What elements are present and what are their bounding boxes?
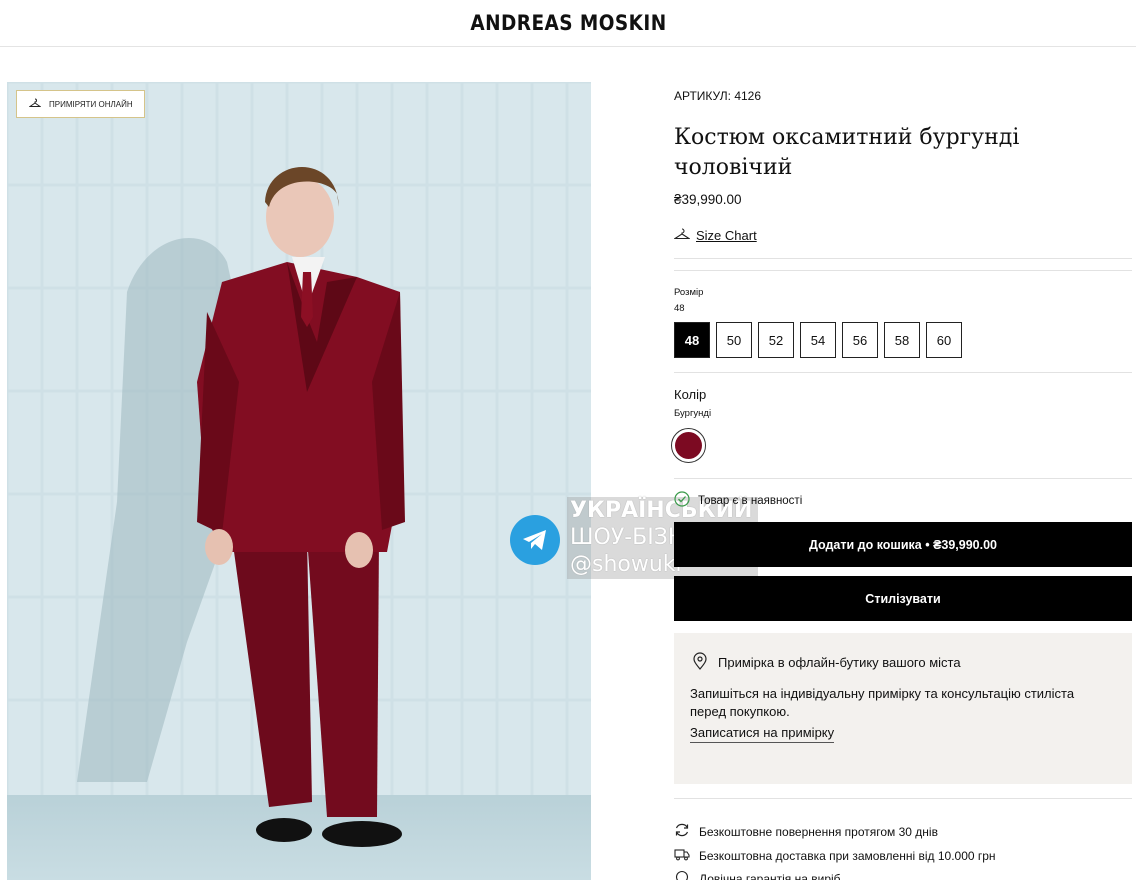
size-chart-link[interactable]: Size Chart [673,228,757,243]
warranty-icon [674,870,690,880]
fitting-panel: Примірка в офлайн-бутику вашого міста За… [674,633,1132,784]
try-on-label: ПРИМІРЯТИ ОНЛАЙН [49,99,133,109]
color-name: Бургунді [674,408,712,419]
stock-status: Товар є в наявності [674,491,802,510]
truck-icon [674,847,690,864]
benefit-returns: Безкоштовне повернення протягом 30 днів [674,822,938,841]
size-label: Розмір [674,287,704,298]
size-chart-label: Size Chart [696,228,757,243]
size-option[interactable]: 60 [926,322,962,358]
divider [674,270,1132,271]
product-title: Костюм оксамитний бургунді чоловічий [674,125,1020,180]
benefit-warranty: Довічна гарантія на виріб [674,870,841,880]
return-icon [674,822,690,841]
brand-logo[interactable]: ANDREAS MOSKIN [470,11,666,35]
product-image[interactable] [7,82,591,880]
size-option[interactable]: 58 [884,322,920,358]
size-option[interactable]: 48 [674,322,710,358]
size-option[interactable]: 56 [842,322,878,358]
size-option[interactable]: 54 [800,322,836,358]
selected-size: 48 [674,303,685,314]
product-sku: АРТИКУЛ: 4126 [674,89,762,103]
hanger-icon [673,228,691,243]
add-to-cart-button[interactable]: Додати до кошика • ₴39,990.00 [674,522,1132,567]
fitting-header: Примірка в офлайн-бутику вашого міста [692,652,961,673]
hanger-icon [28,98,42,110]
color-swatch-burgundy[interactable] [671,428,706,463]
telegram-icon [510,515,560,565]
product-price: ₴39,990.00 [674,192,742,207]
benefit-text: Безкоштовне повернення протягом 30 днів [699,824,938,839]
check-circle-icon [674,491,690,510]
benefit-text: Безкоштовна доставка при замовленні від … [699,848,996,863]
location-pin-icon [692,652,708,673]
fitting-title: Примірка в офлайн-бутику вашого міста [718,655,961,670]
divider [674,258,1132,259]
fitting-description: Запишіться на індивідуальну примірку та … [690,686,1075,719]
divider [674,372,1132,373]
stock-status-text: Товар є в наявності [698,494,803,507]
divider [674,798,1132,799]
stylize-button[interactable]: Стилізувати [674,576,1132,621]
color-label: Колір [674,387,707,402]
swatch-fill [675,432,702,459]
site-header: ANDREAS MOSKIN [0,0,1136,47]
size-option[interactable]: 50 [716,322,752,358]
book-fitting-link[interactable]: Записатися на примірку [690,725,835,743]
divider [674,478,1132,479]
benefit-text: Довічна гарантія на виріб [699,871,841,880]
size-options: 48 50 52 54 56 58 60 [674,322,962,358]
benefit-delivery: Безкоштовна доставка при замовленні від … [674,847,996,864]
size-option[interactable]: 52 [758,322,794,358]
try-on-button[interactable]: ПРИМІРЯТИ ОНЛАЙН [16,90,145,118]
